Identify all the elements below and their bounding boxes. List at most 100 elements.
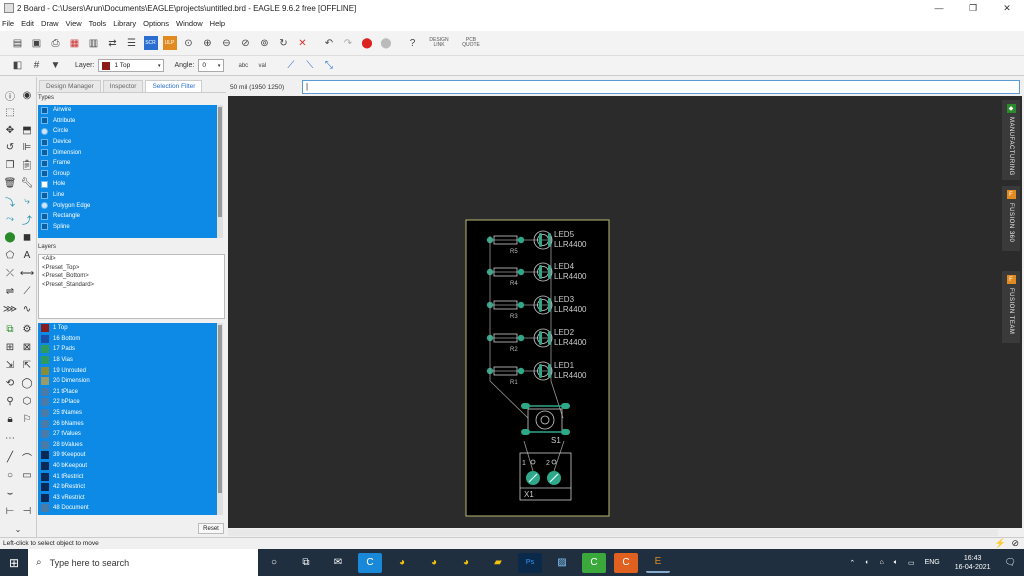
notification-icon[interactable]: 🗨︎	[1005, 557, 1016, 568]
rectangle-icon[interactable]: ▭	[21, 469, 33, 481]
horizontal-scrollbar[interactable]	[228, 529, 998, 536]
minimize-button[interactable]: —	[922, 0, 956, 16]
layer-row[interactable]: 27 tValues	[38, 429, 217, 440]
command-input[interactable]: |	[302, 80, 1020, 94]
battery-icon[interactable]: ▭	[908, 559, 915, 567]
layer-row[interactable]: 48 Document	[38, 503, 217, 514]
line-tool-icon[interactable]: ⟋	[21, 285, 33, 297]
tray-app-icon[interactable]: ◐	[865, 559, 869, 566]
angle-select[interactable]: 0 ▾	[198, 59, 225, 72]
grid-icon[interactable]: #	[30, 59, 44, 73]
clock[interactable]: 16:43 16-04-2021	[955, 554, 991, 572]
fanout-icon[interactable]: ⤴	[21, 213, 33, 227]
mail-icon[interactable]: ✉	[326, 553, 350, 573]
board-canvas[interactable]: R5 LED5 LLR4400 R4 LED4 LLR4400 R3 LED3 LLR4400 R…	[228, 96, 1022, 528]
settings-icon[interactable]: ⊘	[1011, 538, 1019, 549]
maximize-button[interactable]: ❐	[956, 0, 990, 16]
dimension-icon[interactable]: ⊞	[4, 341, 16, 353]
pcb-quote-button[interactable]: PCB QUOTE	[462, 38, 480, 48]
zoom-area-icon[interactable]: ⊚	[258, 36, 272, 50]
new-icon[interactable]: ▤	[11, 36, 25, 50]
select-icon[interactable]: ⬚	[4, 106, 16, 118]
layer-row[interactable]: 26 bNames	[38, 418, 217, 429]
layers-icon[interactable]: ☰	[125, 36, 139, 50]
wire-icon[interactable]: ⟷	[20, 267, 34, 279]
preset-item[interactable]: <All>	[39, 255, 224, 264]
list-item[interactable]: Hole	[38, 179, 217, 190]
tab-inspector[interactable]: Inspector	[102, 80, 144, 92]
hole-icon[interactable]: ⊢	[4, 505, 16, 517]
ratsnest-tool-icon[interactable]: ◼	[21, 231, 33, 243]
polygon-icon[interactable]: ⬠	[4, 249, 16, 261]
erc-icon[interactable]: ⚙	[21, 323, 33, 335]
language-indicator[interactable]: ENG	[925, 559, 940, 566]
scr-icon[interactable]: SCR	[143, 36, 158, 50]
route-icon[interactable]: ⟋	[284, 59, 298, 73]
list-item[interactable]: Airwire	[38, 105, 217, 116]
board-icon[interactable]: ▥	[87, 36, 101, 50]
optimize-icon[interactable]: ⟲	[4, 377, 16, 389]
preset-item[interactable]: <Preset_Bottom>	[39, 272, 224, 281]
layer-settings-icon[interactable]: ◧	[11, 59, 25, 73]
drc-icon[interactable]: ⧉	[4, 323, 16, 335]
list-item[interactable]: Polygon Edge	[38, 200, 217, 211]
preset-item[interactable]: <Preset_Top>	[39, 264, 224, 273]
tab-design-manager[interactable]: Design Manager	[39, 80, 101, 92]
cursor-app-icon[interactable]: C	[358, 552, 382, 573]
menu-window[interactable]: Window	[176, 19, 203, 28]
value-text-icon[interactable]: val	[255, 59, 269, 73]
list-item[interactable]: Line	[38, 190, 217, 201]
pin-icon[interactable]: ⚲	[4, 395, 16, 407]
abc-text-icon[interactable]: abc	[236, 59, 250, 73]
paste-icon[interactable]: 📋︎	[21, 159, 34, 171]
design-link-button[interactable]: DESIGN LINK	[428, 38, 450, 48]
zoom-in-icon[interactable]: ⊕	[201, 36, 215, 50]
menu-tools[interactable]: Tools	[89, 19, 107, 28]
chrome-icon[interactable]: ◕	[422, 553, 446, 573]
menu-file[interactable]: File	[2, 19, 14, 28]
group-icon[interactable]: ⬒	[21, 124, 33, 136]
layer-row[interactable]: 41 tRestrict	[38, 471, 217, 482]
switch-icon[interactable]: ⇄	[106, 36, 120, 50]
name-icon[interactable]: ⇱	[21, 359, 33, 371]
polygon-fill-icon[interactable]: ⬤	[4, 231, 16, 243]
stop-icon[interactable]: ⬤	[360, 36, 374, 50]
fusion-team-tab[interactable]: F FUSION TEAM	[1002, 271, 1020, 343]
zoom-out-icon[interactable]: ⊖	[220, 36, 234, 50]
filter-icon[interactable]: ▼	[49, 59, 63, 73]
network-icon[interactable]: ⌂	[880, 559, 884, 566]
photoshop-icon[interactable]: Ps	[518, 552, 542, 573]
layer-row[interactable]: 39 tKeepout	[38, 450, 217, 461]
taskbar-search[interactable]: ⌕ Type here to search	[28, 549, 258, 576]
chrome-icon[interactable]: ◕	[390, 553, 414, 573]
layer-row[interactable]: 18 Vias	[38, 355, 217, 366]
manufacturing-tab[interactable]: ◆ MANUFACTURING	[1002, 100, 1020, 180]
menu-draw[interactable]: Draw	[41, 19, 59, 28]
reset-button[interactable]: Reset	[198, 523, 224, 534]
layer-row[interactable]: 19 Unrouted	[38, 365, 217, 376]
menu-help[interactable]: Help	[210, 19, 225, 28]
wrench-icon[interactable]: 🔧︎	[21, 177, 34, 189]
menu-library[interactable]: Library	[113, 19, 136, 28]
zoom-fit-icon[interactable]: ⊙	[182, 36, 196, 50]
autoroute-icon[interactable]: ⤳	[4, 213, 16, 225]
curve-icon[interactable]: ⌣	[4, 487, 16, 499]
circle-icon[interactable]: ○	[4, 469, 16, 481]
dash-line-icon[interactable]: ⋯	[4, 432, 16, 444]
list-item[interactable]: Group	[38, 169, 217, 180]
cortana-icon[interactable]: ○	[262, 553, 286, 573]
smash-icon[interactable]: ⇲	[4, 359, 16, 371]
move-icon[interactable]: ✥	[4, 124, 16, 136]
print-icon[interactable]: ⎙	[49, 36, 63, 50]
close-button[interactable]: ✕	[990, 0, 1024, 16]
layer-select[interactable]: 1 Top ▾	[98, 59, 165, 72]
text-icon[interactable]: A	[21, 249, 33, 261]
menu-options[interactable]: Options	[143, 19, 169, 28]
chrome-icon[interactable]: ◕	[454, 553, 478, 573]
mirror-icon[interactable]: ⇌	[4, 285, 16, 297]
layer-row[interactable]: 43 vRestrict	[38, 493, 217, 504]
rotate-icon[interactable]: ↺	[4, 141, 16, 153]
align-icon[interactable]: ⊫	[21, 141, 33, 153]
volume-icon[interactable]: 🔈︎	[894, 559, 898, 567]
line-draw-icon[interactable]: ╱	[4, 451, 16, 463]
